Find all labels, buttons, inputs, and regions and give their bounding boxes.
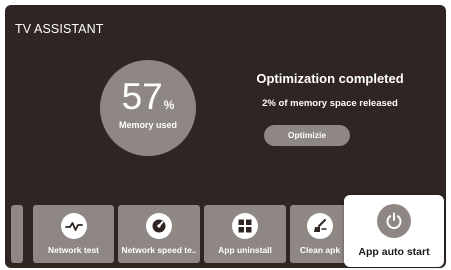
tool-card-label: Clean apk xyxy=(299,245,341,255)
tool-card-label: App uninstall xyxy=(218,245,272,255)
tool-card-network-speed[interactable]: Network speed te.. xyxy=(118,205,200,263)
memory-percent-unit: % xyxy=(163,98,175,112)
memory-value: 57% xyxy=(100,78,196,124)
tool-card-label: Network test xyxy=(47,245,99,255)
tool-card-network-test[interactable]: Network test xyxy=(33,205,114,263)
memory-label: Memory used xyxy=(118,120,178,130)
tool-card-app-uninstall[interactable]: App uninstall xyxy=(204,205,286,263)
memory-usage-circle: 57% Memory used xyxy=(100,60,196,156)
broom-icon xyxy=(307,213,333,239)
app-title: TV ASSISTANT xyxy=(15,22,104,36)
memory-percent-number: 57 xyxy=(121,76,163,117)
tool-card-partial[interactable] xyxy=(11,205,23,263)
optimize-button[interactable]: Optimizie xyxy=(264,125,350,146)
tool-card-clean-apk[interactable]: Clean apk xyxy=(290,205,350,263)
tool-card-label: App auto start xyxy=(358,246,430,258)
optimization-status-title: Optimization completed xyxy=(256,71,404,86)
tool-card-label: Network speed te.. xyxy=(121,245,197,255)
tool-card-app-auto-start[interactable]: App auto start xyxy=(344,195,444,267)
power-icon xyxy=(377,204,411,238)
grid-icon xyxy=(232,213,258,239)
optimization-status-subtitle: 2% of memory space released xyxy=(262,98,398,109)
speedometer-icon xyxy=(146,213,172,239)
pulse-icon xyxy=(60,213,87,239)
